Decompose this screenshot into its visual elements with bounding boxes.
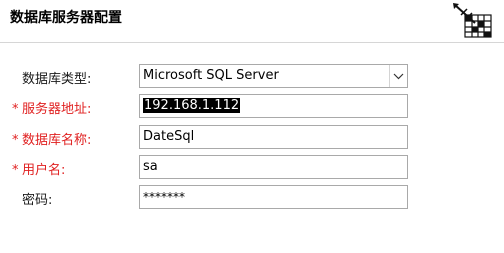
server-address-row: * 服务器地址: 192.168.1.112 [0,94,504,118]
db-name-value: DateSql [143,129,195,144]
db-type-value: Microsoft SQL Server [143,68,279,83]
username-label: * 用户名: [12,163,66,178]
chevron-down-icon [393,73,404,80]
username-row: * 用户名: sa [0,155,504,179]
username-input[interactable]: sa [139,155,408,179]
db-type-select[interactable]: Microsoft SQL Server [139,64,408,88]
server-address-label: * 服务器地址: [12,102,92,117]
password-input[interactable]: ******* [139,185,408,209]
username-value: sa [143,159,158,174]
server-address-input[interactable]: 192.168.1.112 [139,94,408,118]
page-title: 数据库服务器配置 [10,10,122,26]
db-name-input[interactable]: DateSql [139,125,408,149]
password-label: 密码: [22,193,53,208]
db-type-label: 数据库类型: [22,72,92,87]
db-name-label: * 数据库名称: [12,133,92,148]
db-type-row: 数据库类型: Microsoft SQL Server [0,64,504,88]
db-name-row: * 数据库名称: DateSql [0,125,504,149]
dropdown-button[interactable] [389,65,407,87]
database-settings-icon [451,1,495,41]
password-value: ******* [143,190,185,204]
server-address-value: 192.168.1.112 [143,98,241,113]
password-row: 密码: ******* [0,185,504,209]
dialog-header: 数据库服务器配置 [0,0,504,43]
